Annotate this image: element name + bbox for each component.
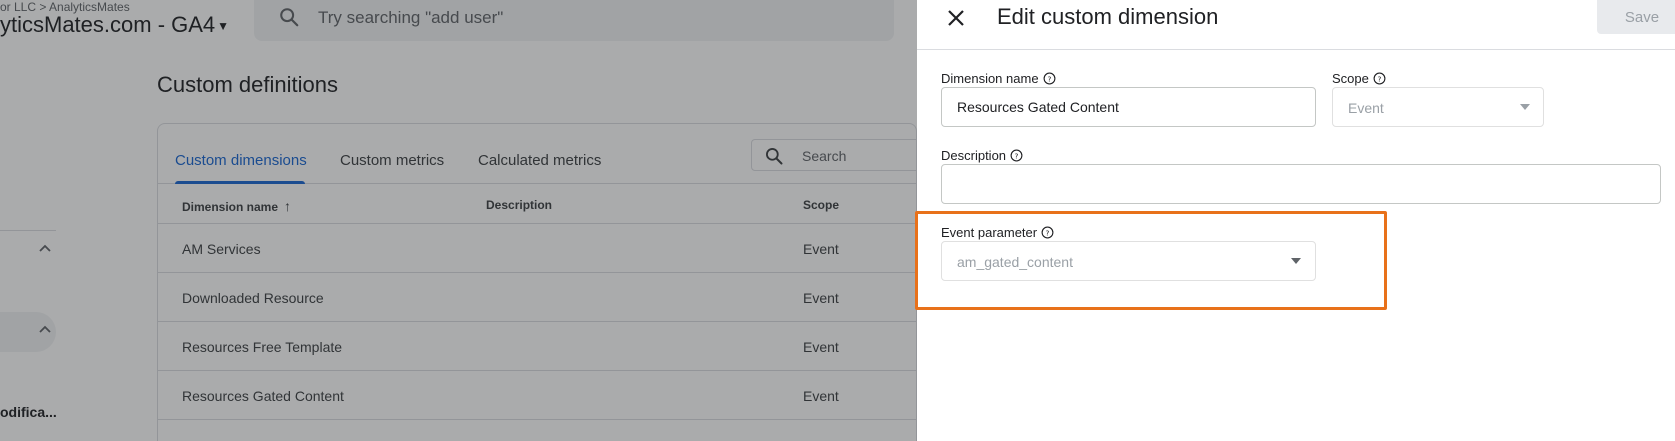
- scope-select-value: Event: [1348, 100, 1384, 116]
- save-button[interactable]: Save: [1597, 0, 1675, 34]
- event-parameter-label: Event parameter?: [941, 225, 1054, 240]
- panel-title: Edit custom dimension: [997, 4, 1219, 29]
- event-parameter-select[interactable]: am_gated_content: [941, 241, 1316, 281]
- svg-text:?: ?: [1047, 74, 1051, 83]
- scope-select[interactable]: Event: [1332, 87, 1544, 127]
- scope-label-text: Scope: [1332, 71, 1369, 86]
- dimension-name-label-text: Dimension name: [941, 71, 1039, 86]
- close-icon[interactable]: [945, 7, 967, 29]
- dimension-name-label: Dimension name?: [941, 71, 1056, 86]
- svg-text:?: ?: [1015, 151, 1019, 160]
- dimension-name-input[interactable]: [941, 87, 1316, 127]
- description-label-text: Description: [941, 148, 1007, 163]
- edit-dimension-panel: Edit custom dimension Save Dimension nam…: [917, 0, 1675, 441]
- description-label: Description?: [941, 148, 1023, 163]
- help-icon[interactable]: ?: [1010, 149, 1023, 162]
- help-icon[interactable]: ?: [1041, 226, 1054, 239]
- help-icon[interactable]: ?: [1043, 72, 1056, 85]
- dropdown-arrow-icon: [1291, 258, 1301, 264]
- dropdown-arrow-icon: [1520, 104, 1530, 110]
- event-parameter-label-text: Event parameter: [941, 225, 1038, 240]
- description-input[interactable]: [941, 164, 1661, 204]
- scope-label: Scope?: [1332, 71, 1386, 86]
- help-icon[interactable]: ?: [1373, 72, 1386, 85]
- event-parameter-value: am_gated_content: [957, 254, 1073, 270]
- svg-text:?: ?: [1046, 228, 1050, 237]
- panel-header: Edit custom dimension Save: [917, 0, 1675, 50]
- svg-text:?: ?: [1377, 74, 1381, 83]
